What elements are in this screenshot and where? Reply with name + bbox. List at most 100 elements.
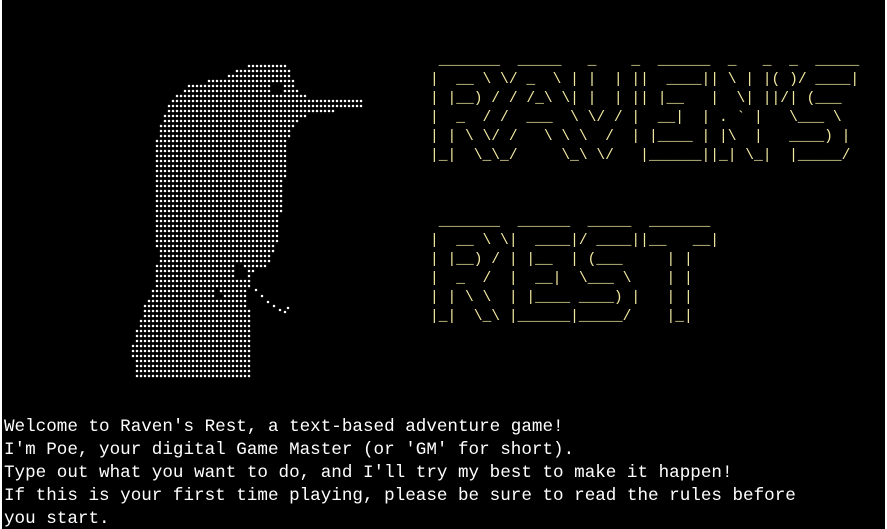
raven-dot [171, 354, 175, 358]
raven-dot [207, 329, 211, 333]
raven-dot [227, 79, 231, 83]
raven-dot [175, 229, 179, 233]
raven-dot [251, 164, 255, 168]
raven-dot [359, 104, 363, 108]
raven-dot [279, 129, 283, 133]
raven-dot [187, 304, 191, 308]
raven-dot [251, 189, 255, 193]
raven-dot [203, 239, 207, 243]
raven-dot [247, 119, 251, 123]
raven-dot [211, 349, 215, 353]
raven-dot [215, 119, 219, 123]
raven-dot [259, 114, 263, 118]
raven-dot [211, 154, 215, 158]
raven-dot [243, 294, 247, 298]
raven-dot [203, 279, 207, 283]
raven-dot [147, 309, 151, 313]
raven-dot [191, 239, 195, 243]
raven-dot [259, 139, 263, 143]
raven-dot [263, 219, 267, 223]
raven-dot [267, 164, 271, 168]
raven-dot [191, 314, 195, 318]
raven-dot [259, 164, 263, 168]
raven-dot [243, 139, 247, 143]
raven-dot [227, 169, 231, 173]
raven-dot [207, 189, 211, 193]
raven-dot [235, 339, 239, 343]
raven-dot [215, 89, 219, 93]
raven-dot [227, 139, 231, 143]
raven-dot [207, 99, 211, 103]
raven-dot [231, 129, 235, 133]
raven-dot [199, 309, 203, 313]
raven-dot [171, 324, 175, 328]
raven-dot [163, 289, 167, 293]
raven-dot [191, 154, 195, 158]
raven-dot [267, 64, 271, 68]
raven-dot [251, 239, 255, 243]
raven-dot [171, 199, 175, 203]
raven-dot [163, 244, 167, 248]
raven-dot [171, 139, 175, 143]
raven-dot [243, 219, 247, 223]
raven-dot [271, 214, 275, 218]
raven-dot [175, 119, 179, 123]
raven-dot [235, 374, 239, 378]
raven-dot [267, 159, 271, 163]
raven-dot [207, 324, 211, 328]
raven-dot [151, 369, 155, 373]
raven-dot [163, 234, 167, 238]
raven-dot [223, 204, 227, 208]
raven-dot [223, 369, 227, 373]
raven-dot [263, 124, 267, 128]
raven-dot [171, 219, 175, 223]
raven-dot [191, 199, 195, 203]
raven-dot [235, 89, 239, 93]
raven-dot [203, 214, 207, 218]
raven-dot [279, 134, 283, 138]
raven-dot [251, 159, 255, 163]
raven-dot [243, 259, 247, 263]
raven-dot [175, 294, 179, 298]
raven-dot [239, 194, 243, 198]
raven-dot [283, 164, 287, 168]
raven-dot [163, 219, 167, 223]
raven-dot [255, 144, 259, 148]
raven-dot [211, 309, 215, 313]
raven-dot [227, 254, 231, 258]
raven-dot [255, 99, 259, 103]
raven-dot [211, 229, 215, 233]
raven-dot [231, 299, 235, 303]
raven-dot [259, 234, 263, 238]
raven-dot [291, 104, 295, 108]
raven-dot [263, 259, 267, 263]
raven-dot [287, 79, 291, 83]
raven-dot [227, 319, 231, 323]
raven-dot [219, 339, 223, 343]
raven-dot [223, 279, 227, 283]
raven-dot [275, 114, 279, 118]
raven-dot [235, 314, 239, 318]
raven-dot [219, 89, 223, 93]
raven-dot [255, 64, 259, 68]
raven-dot [275, 199, 279, 203]
raven-dot [275, 134, 279, 138]
raven-dot [155, 174, 159, 178]
raven-dot [195, 369, 199, 373]
raven-dot [267, 84, 271, 88]
terminal-window[interactable]: _______ _____ _ _ ______ _ _ _ _____ | _… [2, 0, 885, 529]
raven-dot [259, 124, 263, 128]
raven-dot [231, 114, 235, 118]
raven-dot [275, 219, 279, 223]
raven-dot [151, 329, 155, 333]
raven-dot [195, 164, 199, 168]
raven-dot [207, 359, 211, 363]
raven-dot [247, 174, 251, 178]
raven-dot [167, 354, 171, 358]
raven-dot [175, 134, 179, 138]
raven-dot [223, 124, 227, 128]
raven-dot [266, 300, 270, 304]
raven-dot [291, 84, 295, 88]
raven-dot [219, 224, 223, 228]
raven-dot [287, 99, 291, 103]
